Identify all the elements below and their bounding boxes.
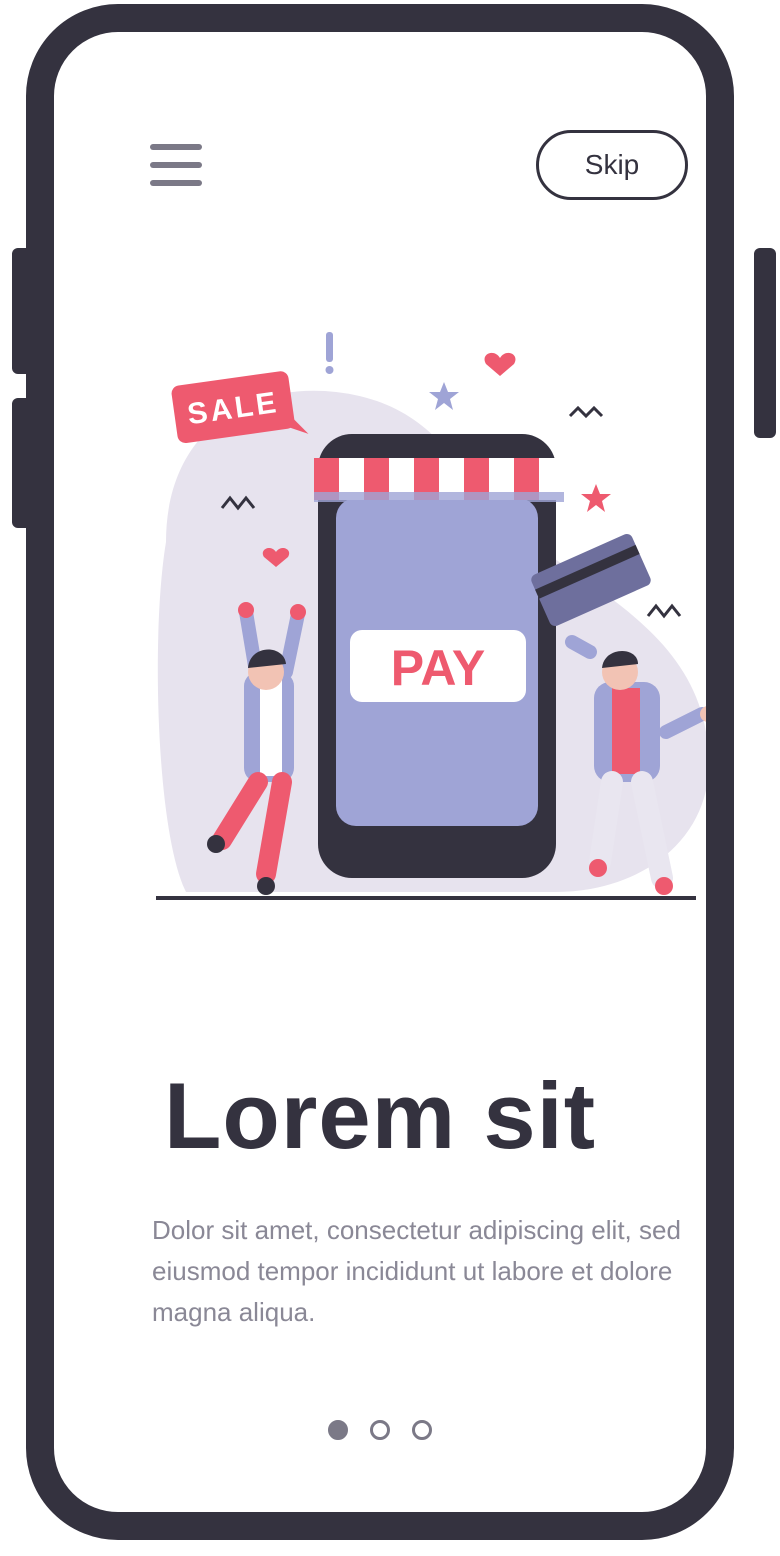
heart-icon bbox=[484, 352, 516, 376]
pagination-dot-2[interactable] bbox=[370, 1420, 390, 1440]
hamburger-menu-icon[interactable] bbox=[150, 144, 202, 188]
skip-button[interactable]: Skip bbox=[536, 130, 688, 200]
store-awning bbox=[314, 458, 564, 502]
page-title: Lorem sit bbox=[163, 1063, 597, 1168]
pay-label: PAY bbox=[391, 640, 486, 696]
pagination-dots bbox=[54, 1420, 706, 1440]
onboarding-screen: Skip SALE PAY Lorem sit Dolor sit amet, … bbox=[54, 32, 706, 1512]
skip-button-label: Skip bbox=[584, 149, 640, 180]
squiggle-icon bbox=[646, 603, 682, 619]
phone-frame: Skip SALE PAY Lorem sit Dolor sit amet, … bbox=[26, 4, 734, 1540]
exclamation-icon bbox=[325, 332, 334, 374]
pay-button-graphic: PAY bbox=[350, 630, 526, 702]
phone-power-button bbox=[754, 248, 776, 438]
squiggle-icon bbox=[568, 405, 604, 419]
page-description: Dolor sit amet, consectetur adipiscing e… bbox=[152, 1215, 681, 1327]
pagination-dot-1[interactable] bbox=[328, 1420, 348, 1440]
pagination-dot-3[interactable] bbox=[412, 1420, 432, 1440]
star-icon bbox=[429, 382, 459, 410]
shop-phone: PAY bbox=[314, 434, 564, 878]
shopping-payment-illustration: SALE PAY bbox=[156, 332, 706, 900]
star-icon bbox=[581, 484, 611, 512]
